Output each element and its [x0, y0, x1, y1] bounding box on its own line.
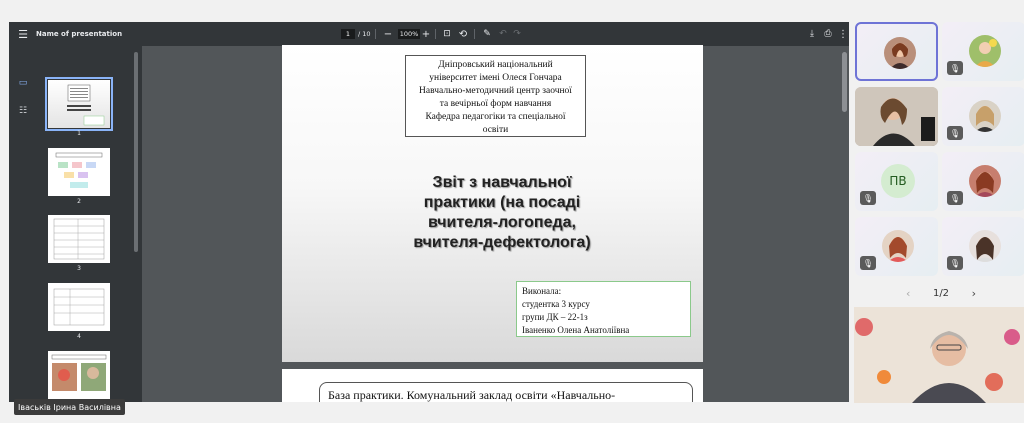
header-line: та вечірньої форм навчання	[439, 99, 552, 109]
thumbnail-sidebar: ▭ ☷ 1 2 3 4	[9, 46, 142, 402]
speaker-name-label: Іваськів Ірина Василівна	[14, 399, 125, 415]
download-icon[interactable]: ⤓	[806, 22, 818, 46]
thumbnail-preview	[51, 354, 107, 391]
thumbnail-label: 3	[77, 265, 81, 272]
header-line: Кафедра педагогіки та спеціальної	[425, 112, 566, 122]
fit-page-icon[interactable]: ⊡	[441, 22, 453, 46]
toolbar-divider	[435, 29, 436, 39]
muted-mic-icon: 🎙	[947, 61, 963, 75]
main-scrollbar[interactable]	[842, 52, 847, 112]
title-line: практики (на посаді	[423, 194, 581, 211]
page-thumbnail-1[interactable]	[45, 77, 113, 131]
participant-avatar	[882, 230, 914, 262]
toolbar-divider	[474, 29, 475, 39]
author-info-box: Виконала: студентка 3 курсу групи ДК – 2…	[516, 281, 691, 337]
zoom-out-icon[interactable]: −	[383, 22, 393, 46]
participant-initials: ПВ	[881, 164, 915, 198]
undo-icon[interactable]: ↶	[498, 22, 508, 46]
page-thumbnail-3[interactable]	[48, 215, 110, 263]
next-page-icon[interactable]: ›	[972, 287, 976, 300]
thumbnail-preview	[67, 84, 105, 126]
rotate-icon[interactable]: ⟲	[457, 22, 469, 46]
participant-avatar	[969, 35, 1001, 67]
slide-page-1: Дніпровський національний університет ім…	[282, 45, 703, 362]
page-thumbnail-5[interactable]	[48, 351, 110, 399]
participant-avatar	[969, 165, 1001, 197]
muted-mic-icon: 🎙	[947, 256, 963, 270]
muted-mic-icon: 🎙	[860, 191, 876, 205]
participant-tile[interactable]	[855, 22, 938, 81]
participant-tile[interactable]: 🎙	[942, 217, 1024, 276]
print-icon[interactable]: ⎙	[822, 22, 834, 46]
participant-avatar	[969, 100, 1001, 132]
practice-base-box: База практики. Комунальний заклад освіти…	[319, 382, 693, 402]
participant-tile[interactable]: 🎙	[855, 217, 938, 276]
document-title: Name of presentation	[36, 30, 123, 38]
participant-tile[interactable]: ПВ 🎙	[855, 152, 938, 211]
participant-avatar	[969, 230, 1001, 262]
thumbnail-view-icon[interactable]: ▭	[16, 76, 30, 90]
thumbnail-preview	[55, 152, 103, 188]
title-line: Звіт з навчальної	[432, 174, 572, 191]
pdf-viewer: ☰ Name of presentation 1 / 10 − 100% + ⊡…	[9, 22, 849, 402]
pager-label: 1/2	[932, 287, 950, 299]
speaker-video-frame	[854, 307, 1024, 403]
thumbnail-label: 1	[77, 130, 81, 137]
thumbnail-label: 2	[77, 198, 81, 205]
participant-tile[interactable]: 🎙	[942, 152, 1024, 211]
participant-tile[interactable]: 🎙	[942, 87, 1024, 146]
viewer-toolbar: ☰ Name of presentation 1 / 10 − 100% + ⊡…	[9, 22, 849, 46]
thumbnail-preview	[53, 288, 105, 326]
zoom-in-icon[interactable]: +	[421, 22, 431, 46]
thumbnail-preview	[53, 218, 105, 260]
toolbar-divider	[375, 29, 376, 39]
participant-avatar	[884, 37, 916, 69]
slide-page-2: База практики. Комунальний заклад освіти…	[282, 369, 703, 402]
more-vertical-icon[interactable]: ⋮	[838, 22, 848, 46]
muted-mic-icon: 🎙	[860, 256, 876, 270]
author-line: групи ДК – 22-1з	[522, 312, 588, 322]
participant-tile[interactable]: 🎙	[942, 22, 1024, 81]
participant-video-tile[interactable]	[855, 87, 938, 146]
outline-view-icon[interactable]: ☷	[16, 104, 30, 118]
participant-pager: ‹ 1/2 ›	[906, 285, 976, 301]
header-line: Дніпровський національний	[438, 60, 553, 70]
participant-video	[855, 87, 938, 146]
thumbnail-label: 4	[77, 333, 81, 340]
muted-mic-icon: 🎙	[947, 126, 963, 140]
author-line: Виконала:	[522, 286, 562, 296]
muted-mic-icon: 🎙	[947, 191, 963, 205]
university-header-box: Дніпровський національний університет ім…	[405, 55, 586, 137]
author-line: Іваненко Олена Анатоліївна	[522, 325, 630, 335]
zoom-level-input[interactable]: 100%	[398, 29, 420, 39]
page-thumbnail-4[interactable]	[48, 283, 110, 331]
header-line: Навчально-методичний центр заочної	[419, 86, 572, 96]
header-line: університет імені Олеся Гончара	[429, 73, 562, 83]
page-number-input[interactable]: 1	[341, 29, 355, 39]
page-thumbnail-2[interactable]	[48, 148, 110, 196]
prev-page-icon[interactable]: ‹	[906, 287, 910, 300]
author-line: студентка 3 курсу	[522, 299, 590, 309]
sidebar-scrollbar[interactable]	[134, 52, 138, 252]
page-total: / 10	[358, 30, 371, 38]
redo-icon[interactable]: ↷	[512, 22, 522, 46]
menu-icon[interactable]: ☰	[13, 22, 33, 46]
title-line: вчителя-логопеда,	[428, 214, 576, 231]
speaker-video[interactable]	[854, 307, 1024, 403]
annotate-pen-icon[interactable]: ✎	[481, 22, 493, 46]
title-line: вчителя-дефектолога)	[413, 234, 591, 251]
header-line: освіти	[482, 125, 509, 135]
report-title: Звіт з навчальної практики (на посаді вч…	[382, 173, 622, 253]
